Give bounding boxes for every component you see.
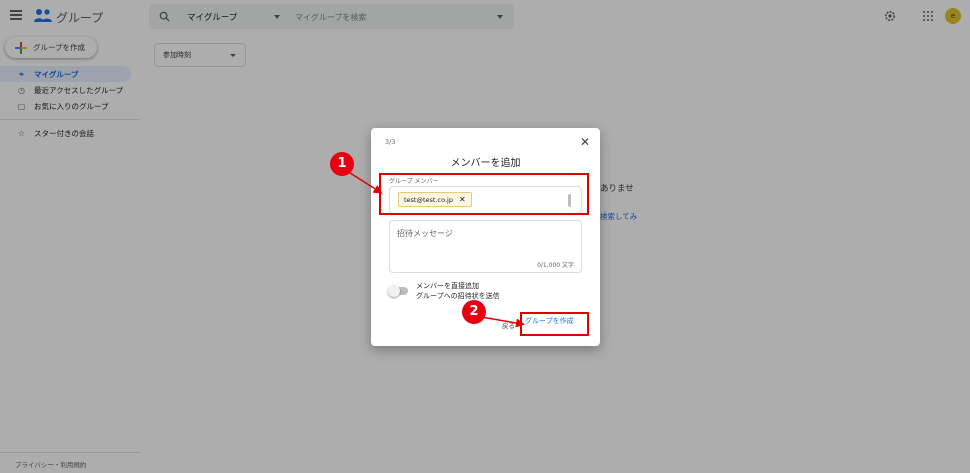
add-directly-toggle[interactable] [388,285,408,297]
toggle-knob [388,285,400,297]
toggle-label-primary: メンバーを直接追加 [416,282,479,290]
dialog-title: メンバーを追加 [450,158,521,169]
highlight-members-field [379,173,589,215]
step-badge-2: 2 [462,300,486,324]
highlight-create-button [520,312,589,336]
toggle-label-secondary: グループへの招待状を送信 [416,292,500,300]
close-icon[interactable]: ✕ [579,136,591,148]
invite-message-placeholder: 招待メッセージ [397,229,453,238]
back-button[interactable]: 戻る [502,320,515,330]
invite-message-textarea[interactable]: 招待メッセージ 0/1,000 文字 [389,220,582,273]
step-indicator: 3/3 [385,138,396,146]
step-badge-1: 1 [330,152,354,176]
char-counter: 0/1,000 文字 [537,262,574,269]
